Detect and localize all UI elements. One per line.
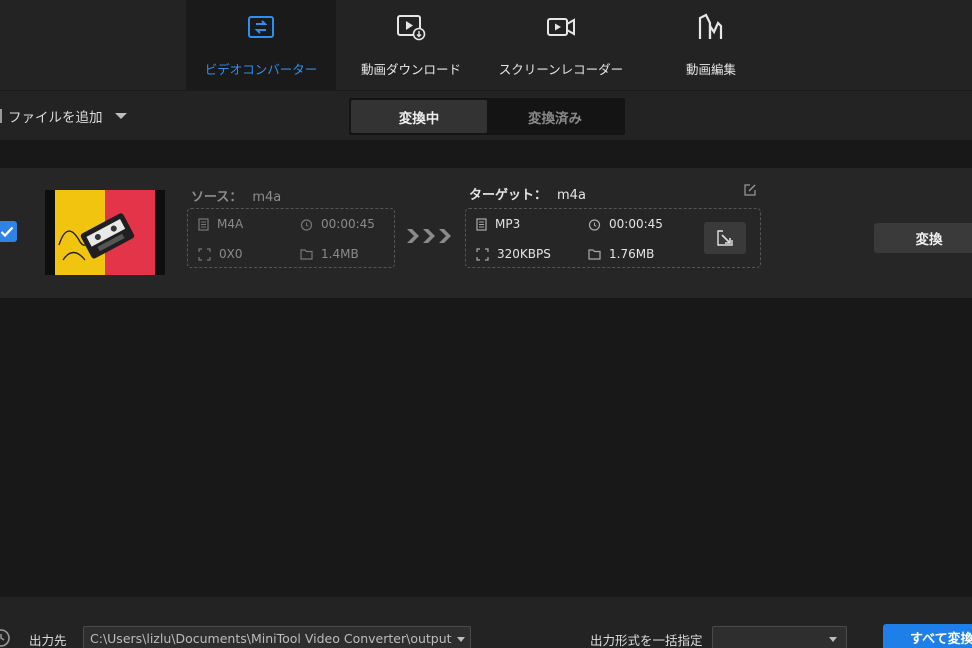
convert-button[interactable]: 変換 [874,223,972,253]
batch-format-label: 出力形式を一括指定 [590,633,703,648]
target-container: MP3 [476,217,520,231]
checkmark-icon [0,226,13,237]
tab-label: 動画編集 [685,62,736,77]
add-file-icon [0,109,2,123]
target-size: 1.76MB [588,247,654,261]
chevron-down-icon [829,637,837,642]
convert-all-button[interactable]: すべて変換 [883,624,972,648]
status-segmented-control: 変換中 変換済み [349,98,625,135]
movie-edit-icon [695,11,727,43]
toolbar: ファイルを追加 変換中 変換済み [0,90,972,140]
source-header: ソース： m4a [191,186,281,205]
output-label: 出力先 [29,633,67,648]
target-format-button[interactable] [704,222,746,254]
tab-screen-recorder[interactable]: スクリーンレコーダー [486,0,636,90]
tab-video-converter[interactable]: ビデオコンバーター [186,0,336,90]
tab-converting[interactable]: 変換中 [351,100,487,133]
top-navigation: ビデオコンバーター 動画ダウンロード スクリーンレコーダー 動画編集 [0,0,972,90]
edit-icon[interactable] [744,181,756,200]
target-label: ターゲット： [469,188,548,203]
file-checkbox[interactable] [0,221,17,242]
file-format-icon [476,217,487,231]
select-format-icon [717,230,733,246]
resolution-icon [476,247,489,261]
convert-icon [245,11,277,43]
source-label: ソース： [191,190,243,205]
source-container: M4A [198,217,243,231]
clock-icon [588,218,601,231]
source-duration: 00:00:45 [300,217,375,231]
tab-label: ビデオコンバーター [204,62,318,77]
folder-icon [300,249,313,260]
target-bitrate: 320KBPS [476,247,551,261]
output-clock-icon[interactable] [0,626,11,648]
tab-label: スクリーンレコーダー [498,62,624,77]
video-download-icon [395,11,427,43]
target-header: ターゲット： m4a [469,184,586,203]
target-duration: 00:00:45 [588,217,663,231]
resolution-icon [198,247,211,261]
chevron-down-icon [457,637,465,642]
tab-movie-editor[interactable]: 動画編集 [636,0,786,90]
source-format: m4a [252,190,282,205]
tab-converted[interactable]: 変換済み [487,100,623,133]
file-row: ソース： m4a M4A 00:00:45 0X0 1.4MB ターゲット： m4a [0,168,972,298]
screen-record-icon [545,11,577,43]
convert-arrow-icon [406,228,454,244]
dropdown-caret-icon[interactable] [114,113,127,119]
tab-label: 動画ダウンロード [360,62,461,77]
bottom-bar: 出力先 C:\Users\lizlu\Documents\MiniTool Vi… [0,597,972,648]
file-thumbnail [45,190,165,275]
folder-icon [588,249,601,260]
source-info-box: M4A 00:00:45 0X0 1.4MB [187,208,395,268]
output-path-field[interactable]: C:\Users\lizlu\Documents\MiniTool Video … [83,626,471,648]
source-resolution: 0X0 [198,247,243,261]
file-format-icon [198,217,209,231]
batch-format-select[interactable] [712,626,847,648]
output-path-text: C:\Users\lizlu\Documents\MiniTool Video … [90,631,452,646]
add-file-label: ファイルを追加 [8,110,103,126]
target-format: m4a [557,188,586,203]
source-size: 1.4MB [300,247,359,261]
add-file-button[interactable]: ファイルを追加 [0,105,127,127]
tab-video-download[interactable]: 動画ダウンロード [336,0,486,90]
clock-icon [300,218,313,231]
